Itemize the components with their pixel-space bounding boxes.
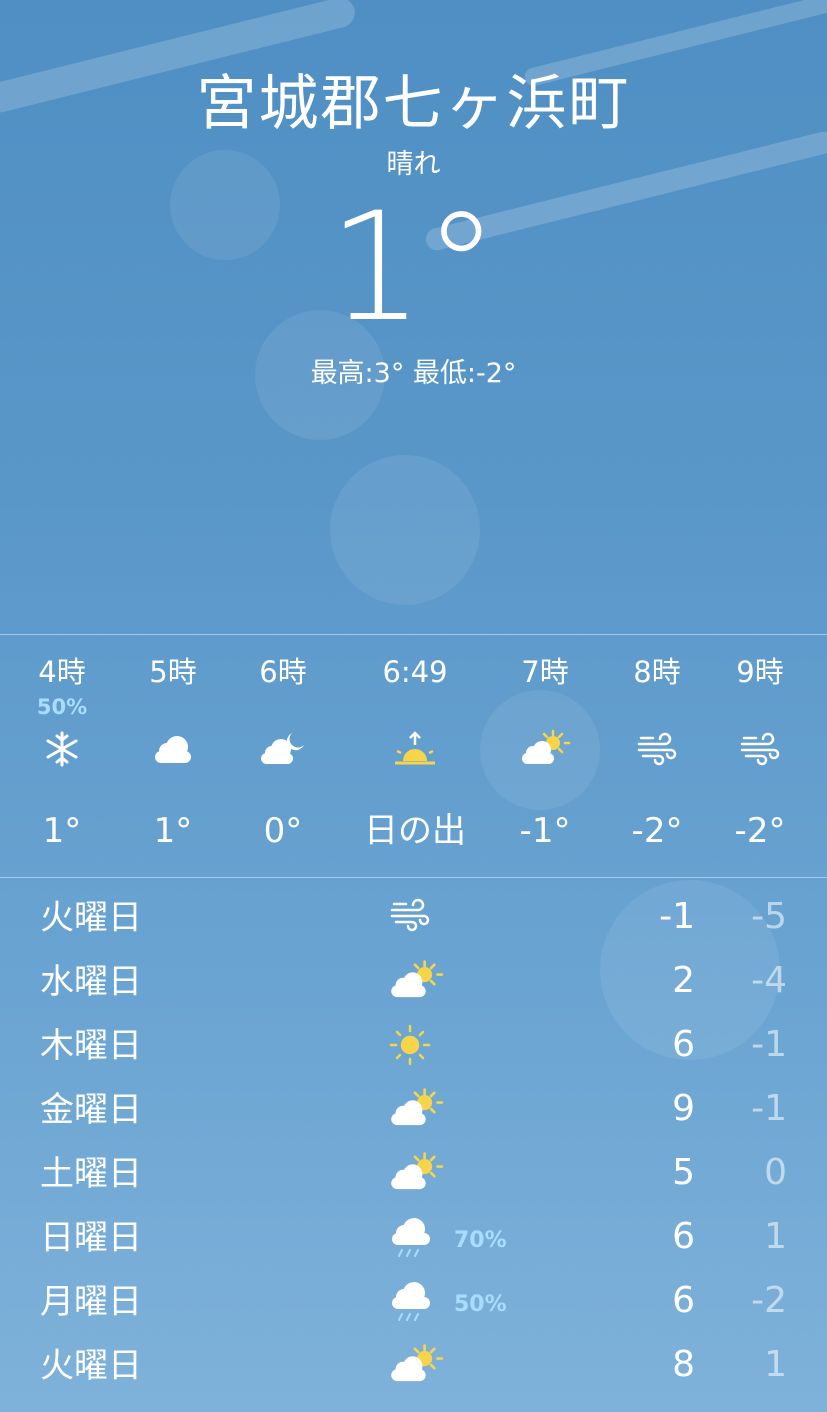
low-temperature: 0 [764,1152,787,1193]
high-temperature: 5 [672,1152,695,1193]
partly-sunny-icon [388,959,448,1005]
sunrise-icon [350,729,480,769]
day-name: 金曜日 [40,1090,142,1130]
hour-time: 4時 [38,655,86,689]
precip-chance: 50% [36,695,88,719]
rain-icon [388,1215,448,1261]
cloud-moon-icon [228,729,338,769]
daily-row: 木曜日 6 -1 [0,1014,827,1078]
wind-icon [602,729,712,769]
low-temperature: -1 [751,1088,787,1129]
hour-temperature: 日の出 [364,811,466,851]
low-temperature: 1 [764,1216,787,1257]
low-temperature: 1 [764,1344,787,1385]
high-temperature: 6 [672,1280,695,1321]
hour-time: 7時 [521,655,569,689]
high-temperature: -1 [659,896,695,937]
day-name: 土曜日 [40,1154,142,1194]
daily-row: 火曜日 8 1 [0,1334,827,1398]
sun-icon [388,1023,448,1069]
hour-time: 9時 [736,655,784,689]
day-name: 水曜日 [40,962,142,1002]
day-name: 日曜日 [40,1218,142,1258]
partly-sunny-icon [388,1343,448,1389]
low-temperature: -4 [751,960,787,1001]
partly-sunny-icon [388,1151,448,1197]
daily-row: 土曜日 5 0 [0,1142,827,1206]
hour-temperature: -1° [519,811,571,851]
day-name: 木曜日 [40,1026,142,1066]
high-low-temperature: 最高:3° 最低:-2° [310,358,517,389]
precip-chance: 70% [454,1228,507,1253]
precip-chance: 50% [454,1292,507,1317]
current-temperature: 1° [328,181,499,355]
snowflake-icon [7,729,117,769]
partly-sunny-icon [490,729,600,769]
hour-time: 5時 [149,655,197,689]
condition-text: 晴れ [386,149,441,180]
low-temperature: -5 [751,896,787,937]
hour-time: 8時 [633,655,681,689]
daily-row: 火曜日 -1 -5 [0,886,827,950]
daily-row: 金曜日 9 -1 [0,1078,827,1142]
day-name: 火曜日 [40,1346,142,1386]
hour-temperature: 0° [263,811,303,851]
daily-forecast[interactable]: 火曜日 -1 -5 水曜日 2 -4 木曜日 6 -1 金曜日 9 -1 土曜日… [0,886,827,1398]
day-name: 月曜日 [40,1282,142,1322]
current-weather: 宮城郡七ヶ浜町 晴れ 1° 最高:3° 最低:-2° [0,64,827,392]
partly-sunny-icon [388,1087,448,1133]
low-temperature: -1 [751,1024,787,1065]
location-name: 宮城郡七ヶ浜町 [196,69,631,139]
high-temperature: 6 [672,1216,695,1257]
hourly-forecast[interactable]: 4時 50% 1° 5時 1° 6時 0° 6:49 日の出 7時 -1° 8時… [0,634,827,878]
hour-time: 6:49 [382,655,448,689]
wind-icon [705,729,815,769]
hour-time: 6時 [259,655,307,689]
day-name: 火曜日 [40,898,142,938]
low-temperature: -2 [751,1280,787,1321]
daily-row: 月曜日 50% 6 -2 [0,1270,827,1334]
wind-icon [388,895,448,941]
rain-icon [388,1279,448,1325]
high-temperature: 6 [672,1024,695,1065]
hour-temperature: -2° [631,811,683,851]
daily-row: 日曜日 70% 6 1 [0,1206,827,1270]
hour-temperature: -2° [734,811,786,851]
high-temperature: 9 [672,1088,695,1129]
hour-temperature: 1° [42,811,82,851]
high-temperature: 8 [672,1344,695,1385]
hour-temperature: 1° [153,811,193,851]
cloud-icon [118,729,228,769]
daily-row: 水曜日 2 -4 [0,950,827,1014]
lens-flare [330,455,480,605]
high-temperature: 2 [672,960,695,1001]
